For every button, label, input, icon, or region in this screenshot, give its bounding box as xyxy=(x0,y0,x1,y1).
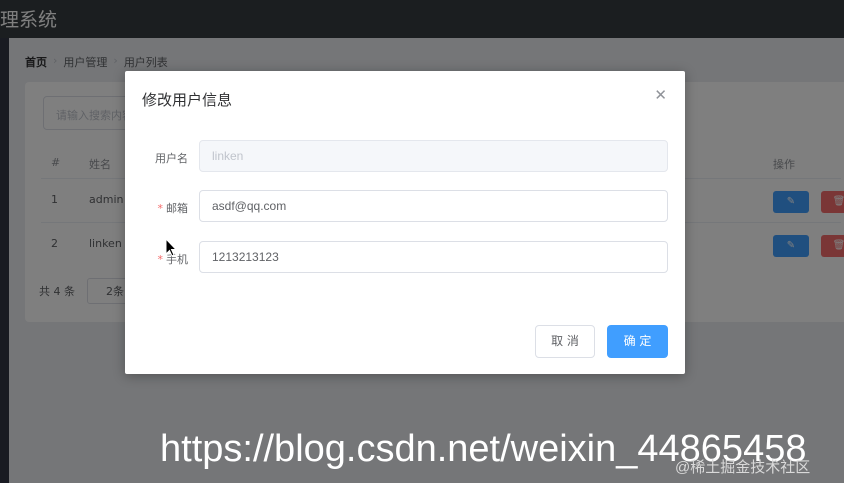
close-icon[interactable]: ✕ xyxy=(654,86,667,104)
email-label: * 邮箱 xyxy=(125,200,189,216)
username-label-text: 用户名 xyxy=(155,152,188,165)
email-label-text: 邮箱 xyxy=(166,202,188,215)
cancel-button[interactable]: 取 消 xyxy=(535,325,595,358)
email-input[interactable] xyxy=(199,190,668,222)
required-asterisk: * xyxy=(157,202,164,215)
username-input[interactable] xyxy=(199,140,668,172)
phone-input[interactable] xyxy=(199,241,668,273)
required-asterisk: * xyxy=(157,253,164,266)
username-label: 用户名 xyxy=(125,150,188,166)
phone-label: * 手机 xyxy=(125,251,189,267)
watermark-community: @稀土掘金技术社区 xyxy=(675,459,811,476)
edit-user-dialog: 修改用户信息 ✕ 用户名 *邮箱 *手机 取 消 确 定 xyxy=(125,71,685,374)
dialog-title: 修改用户信息 xyxy=(142,91,233,109)
confirm-button[interactable]: 确 定 xyxy=(607,325,668,358)
mouse-cursor-icon xyxy=(165,238,177,257)
